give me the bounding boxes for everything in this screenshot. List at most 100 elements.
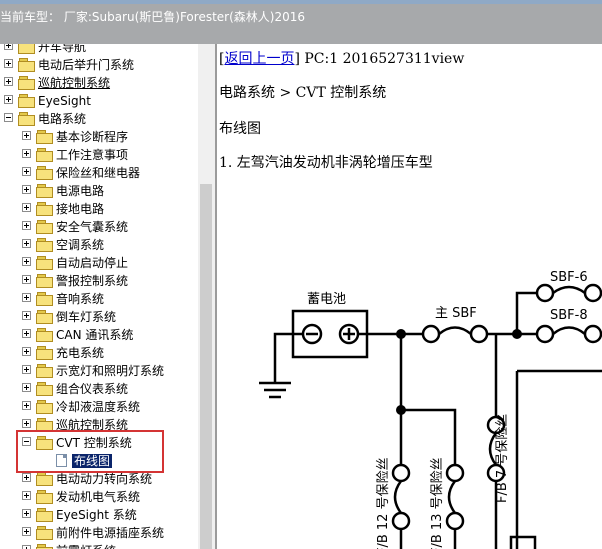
- expand-icon[interactable]: [22, 509, 31, 518]
- tree-folder-row[interactable]: 空调系统: [0, 236, 198, 254]
- tree-item-label[interactable]: 前附件电源插座系统: [56, 526, 164, 540]
- tree-item-label[interactable]: 安全气囊系统: [56, 220, 128, 234]
- tree-folder-row[interactable]: EyeSight 系统: [0, 506, 198, 524]
- tree-item-label[interactable]: EyeSight: [38, 94, 91, 108]
- ground-wire: [273, 332, 303, 383]
- expand-icon[interactable]: [22, 257, 31, 266]
- tree-folder-row[interactable]: 工作注意事项: [0, 146, 198, 164]
- tree-item-label[interactable]: 组合仪表系统: [56, 382, 128, 396]
- tree-item-label[interactable]: 警报控制系统: [56, 274, 128, 288]
- fb12-label: F/B 12 号保险丝: [376, 457, 391, 549]
- tree-scrollbar[interactable]: [198, 44, 215, 549]
- expand-icon[interactable]: [22, 383, 31, 392]
- tree-item-label[interactable]: 空调系统: [56, 238, 104, 252]
- expand-icon[interactable]: [22, 293, 31, 302]
- tree-item-label[interactable]: EyeSight 系统: [56, 508, 137, 522]
- expand-icon[interactable]: [22, 185, 31, 194]
- expand-icon[interactable]: [4, 59, 13, 68]
- expand-icon[interactable]: [4, 44, 13, 50]
- expand-icon[interactable]: [22, 131, 31, 140]
- tree-folder-row[interactable]: 组合仪表系统: [0, 380, 198, 398]
- tree-folder-row[interactable]: 电动后举升门系统: [0, 56, 198, 74]
- expand-icon[interactable]: [22, 203, 31, 212]
- tree-item-label[interactable]: 音响系统: [56, 292, 104, 306]
- tree-folder-row[interactable]: 前附件电源插座系统: [0, 524, 198, 542]
- folder-icon: [36, 292, 53, 306]
- tree-folder-row[interactable]: 冷却液温度系统: [0, 398, 198, 416]
- expand-icon[interactable]: [22, 401, 31, 410]
- expand-icon[interactable]: [22, 149, 31, 158]
- tree-item-label[interactable]: 充电系统: [56, 346, 104, 360]
- tree-folder-row[interactable]: 安全气囊系统: [0, 218, 198, 236]
- tree-folder-row[interactable]: 示宽灯和照明灯系统: [0, 362, 198, 380]
- tree-item-label[interactable]: 电动动力转向系统: [56, 472, 152, 486]
- breadcrumb: 电路系统 > CVT 控制系统: [219, 85, 387, 101]
- expand-icon[interactable]: [22, 329, 31, 338]
- collapse-icon[interactable]: [4, 113, 13, 122]
- fb12-link: [393, 480, 403, 514]
- tree-folder-row[interactable]: 充电系统: [0, 344, 198, 362]
- tree-folder-row[interactable]: CAN 通讯系统: [0, 326, 198, 344]
- tree-item-label[interactable]: 电动后举升门系统: [38, 58, 134, 72]
- expand-icon[interactable]: [22, 275, 31, 284]
- tree-folder-row[interactable]: EyeSight: [0, 92, 198, 110]
- folder-open-icon: [18, 112, 35, 126]
- tree-item-label[interactable]: 倒车灯系统: [56, 310, 116, 324]
- tree-item-label[interactable]: 工作注意事项: [56, 148, 128, 162]
- tree-item-label[interactable]: CAN 通讯系统: [56, 328, 133, 342]
- expand-icon[interactable]: [4, 77, 13, 86]
- back-link[interactable]: 返回上一页: [224, 51, 294, 67]
- expand-icon[interactable]: [22, 545, 31, 549]
- tree-folder-row[interactable]: 自动启动停止: [0, 254, 198, 272]
- tree-item-label[interactable]: 示宽灯和照明灯系统: [56, 364, 164, 378]
- expand-icon[interactable]: [22, 419, 31, 428]
- folder-icon: [36, 400, 53, 414]
- tree-folder-row[interactable]: 巡航控制系统: [0, 74, 198, 92]
- tree-folder-row[interactable]: 警报控制系统: [0, 272, 198, 290]
- tree-view[interactable]: 开车导航电动后举升门系统 巡航控制系统 EyeSight 电路系统基本诊断程序 工作注意…: [0, 44, 198, 549]
- title-bar-accent: [0, 0, 602, 4]
- tree-folder-row[interactable]: 电路系统: [0, 110, 198, 128]
- sbf8-link: [552, 326, 586, 335]
- tree-folder-row[interactable]: 音响系统: [0, 290, 198, 308]
- tree-item-label[interactable]: 电源电路: [56, 184, 104, 198]
- tree-folder-row[interactable]: 发动机电气系统: [0, 488, 198, 506]
- tree-item-label[interactable]: 自动启动停止: [56, 256, 128, 270]
- diagram-subtitle: 1. 左驾汽油发动机非涡轮增压车型: [219, 155, 433, 171]
- tree-item-label[interactable]: 巡航控制系统: [38, 76, 110, 90]
- fb12-top: [391, 463, 411, 483]
- tree-folder-row[interactable]: 基本诊断程序: [0, 128, 198, 146]
- battery-label: 蓄电池: [307, 292, 346, 307]
- tree-scrollbar-thumb[interactable]: [200, 184, 212, 549]
- tree-item-label[interactable]: 接地电路: [56, 202, 104, 216]
- folder-icon: [36, 490, 53, 504]
- main-sbf-left: [421, 324, 441, 344]
- folder-icon: [36, 364, 53, 378]
- expand-icon[interactable]: [22, 527, 31, 536]
- tree-item-label[interactable]: 基本诊断程序: [56, 130, 128, 144]
- tree-folder-row[interactable]: 前雾灯系统: [0, 542, 198, 549]
- expand-icon[interactable]: [22, 491, 31, 500]
- tree-item-label[interactable]: 发动机电气系统: [56, 490, 140, 504]
- expand-icon[interactable]: [22, 365, 31, 374]
- tree-folder-row[interactable]: 接地电路: [0, 200, 198, 218]
- tree-item-label[interactable]: 保险丝和继电器: [56, 166, 140, 180]
- tree-item-label[interactable]: 冷却液温度系统: [56, 400, 140, 414]
- tree-item-label[interactable]: 前雾灯系统: [56, 544, 116, 549]
- wiring-diagram: 蓄电池 主 SBF SBF-6 SBF-8 F/B 7 号保险丝 F/B 12 …: [259, 270, 602, 549]
- expand-icon[interactable]: [22, 167, 31, 176]
- tree-item-label[interactable]: 开车导航: [38, 44, 86, 54]
- expand-icon[interactable]: [22, 473, 31, 482]
- tree-folder-row[interactable]: 保险丝和继电器: [0, 164, 198, 182]
- tree-item-label[interactable]: 电路系统: [38, 112, 86, 126]
- expand-icon[interactable]: [22, 221, 31, 230]
- folder-icon: [36, 274, 53, 288]
- expand-icon[interactable]: [22, 311, 31, 320]
- sbf6-right: [583, 283, 602, 303]
- expand-icon[interactable]: [4, 95, 13, 104]
- tree-folder-row[interactable]: 开车导航: [0, 44, 198, 56]
- expand-icon[interactable]: [22, 239, 31, 248]
- tree-folder-row[interactable]: 倒车灯系统: [0, 308, 198, 326]
- expand-icon[interactable]: [22, 347, 31, 356]
- tree-folder-row[interactable]: 电源电路: [0, 182, 198, 200]
